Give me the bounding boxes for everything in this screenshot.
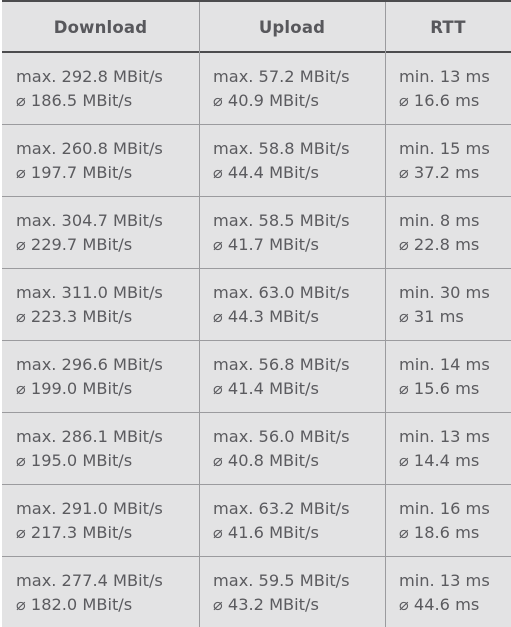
cell-upload: max. 63.0 MBit/s ⌀ 44.3 MBit/s xyxy=(199,269,385,341)
cell-rtt: min. 16 ms ⌀ 18.6 ms xyxy=(385,485,511,557)
cell-upload: max. 63.2 MBit/s ⌀ 41.6 MBit/s xyxy=(199,485,385,557)
rtt-min-value: min. 30 ms xyxy=(399,282,490,302)
table-row: max. 286.1 MBit/s ⌀ 195.0 MBit/s max. 56… xyxy=(2,413,511,485)
upload-average-value: ⌀ 40.9 MBit/s xyxy=(213,90,319,110)
cell-upload: max. 56.8 MBit/s ⌀ 41.4 MBit/s xyxy=(199,341,385,413)
upload-peak-value: max. 59.5 MBit/s xyxy=(213,570,350,590)
rtt-min-value: min. 13 ms xyxy=(399,570,490,590)
rtt-average-value: ⌀ 15.6 ms xyxy=(399,378,480,398)
download-peak-value: max. 292.8 MBit/s xyxy=(16,66,163,86)
column-header-download[interactable]: Download xyxy=(2,2,199,53)
cell-upload: max. 57.2 MBit/s ⌀ 40.9 MBit/s xyxy=(199,53,385,125)
upload-average-value: ⌀ 40.8 MBit/s xyxy=(213,450,319,470)
download-peak-value: max. 260.8 MBit/s xyxy=(16,138,163,158)
table-row: max. 291.0 MBit/s ⌀ 217.3 MBit/s max. 63… xyxy=(2,485,511,557)
cell-download: max. 277.4 MBit/s ⌀ 182.0 MBit/s xyxy=(2,557,199,627)
cell-upload: max. 58.8 MBit/s ⌀ 44.4 MBit/s xyxy=(199,125,385,197)
rtt-average-value: ⌀ 18.6 ms xyxy=(399,522,480,542)
download-peak-value: max. 311.0 MBit/s xyxy=(16,282,163,302)
upload-peak-value: max. 58.5 MBit/s xyxy=(213,210,350,230)
cell-rtt: min. 8 ms ⌀ 22.8 ms xyxy=(385,197,511,269)
cell-download: max. 292.8 MBit/s ⌀ 186.5 MBit/s xyxy=(2,53,199,125)
download-average-value: ⌀ 182.0 MBit/s xyxy=(16,594,133,614)
cell-rtt: min. 30 ms ⌀ 31 ms xyxy=(385,269,511,341)
column-header-upload[interactable]: Upload xyxy=(199,2,385,53)
upload-peak-value: max. 63.0 MBit/s xyxy=(213,282,350,302)
column-divider-download-upload xyxy=(199,2,200,627)
cell-download: max. 296.6 MBit/s ⌀ 199.0 MBit/s xyxy=(2,341,199,413)
download-peak-value: max. 277.4 MBit/s xyxy=(16,570,163,590)
download-average-value: ⌀ 197.7 MBit/s xyxy=(16,162,133,182)
rtt-average-value: ⌀ 37.2 ms xyxy=(399,162,480,182)
rtt-min-value: min. 15 ms xyxy=(399,138,490,158)
cell-rtt: min. 13 ms ⌀ 44.6 ms xyxy=(385,557,511,627)
cell-upload: max. 58.5 MBit/s ⌀ 41.7 MBit/s xyxy=(199,197,385,269)
download-peak-value: max. 286.1 MBit/s xyxy=(16,426,163,446)
table-row: max. 292.8 MBit/s ⌀ 186.5 MBit/s max. 57… xyxy=(2,53,511,125)
download-peak-value: max. 304.7 MBit/s xyxy=(16,210,163,230)
cell-upload: max. 59.5 MBit/s ⌀ 43.2 MBit/s xyxy=(199,557,385,627)
rtt-min-value: min. 13 ms xyxy=(399,426,490,446)
speedtest-results-table: Download Upload RTT max. 292.8 MBit/s ⌀ … xyxy=(0,0,511,627)
download-average-value: ⌀ 199.0 MBit/s xyxy=(16,378,133,398)
cell-download: max. 286.1 MBit/s ⌀ 195.0 MBit/s xyxy=(2,413,199,485)
cell-rtt: min. 13 ms ⌀ 14.4 ms xyxy=(385,413,511,485)
cell-rtt: min. 14 ms ⌀ 15.6 ms xyxy=(385,341,511,413)
table-row: max. 296.6 MBit/s ⌀ 199.0 MBit/s max. 56… xyxy=(2,341,511,413)
rtt-min-value: min. 13 ms xyxy=(399,66,490,86)
table-row: max. 304.7 MBit/s ⌀ 229.7 MBit/s max. 58… xyxy=(2,197,511,269)
cell-download: max. 260.8 MBit/s ⌀ 197.7 MBit/s xyxy=(2,125,199,197)
upload-peak-value: max. 56.0 MBit/s xyxy=(213,426,350,446)
upload-peak-value: max. 57.2 MBit/s xyxy=(213,66,350,86)
upload-peak-value: max. 56.8 MBit/s xyxy=(213,354,350,374)
column-divider-upload-rtt xyxy=(385,2,386,627)
upload-average-value: ⌀ 44.3 MBit/s xyxy=(213,306,319,326)
download-average-value: ⌀ 223.3 MBit/s xyxy=(16,306,133,326)
upload-average-value: ⌀ 41.4 MBit/s xyxy=(213,378,319,398)
rtt-average-value: ⌀ 22.8 ms xyxy=(399,234,480,254)
upload-average-value: ⌀ 44.4 MBit/s xyxy=(213,162,319,182)
table-top-rule xyxy=(2,0,511,2)
cell-rtt: min. 13 ms ⌀ 16.6 ms xyxy=(385,53,511,125)
download-average-value: ⌀ 229.7 MBit/s xyxy=(16,234,133,254)
column-header-rtt[interactable]: RTT xyxy=(385,2,511,53)
cell-download: max. 291.0 MBit/s ⌀ 217.3 MBit/s xyxy=(2,485,199,557)
upload-peak-value: max. 58.8 MBit/s xyxy=(213,138,350,158)
cell-rtt: min. 15 ms ⌀ 37.2 ms xyxy=(385,125,511,197)
rtt-average-value: ⌀ 14.4 ms xyxy=(399,450,480,470)
rtt-average-value: ⌀ 44.6 ms xyxy=(399,594,480,614)
upload-peak-value: max. 63.2 MBit/s xyxy=(213,498,350,518)
rtt-min-value: min. 8 ms xyxy=(399,210,480,230)
table-row: max. 260.8 MBit/s ⌀ 197.7 MBit/s max. 58… xyxy=(2,125,511,197)
upload-average-value: ⌀ 41.7 MBit/s xyxy=(213,234,319,254)
download-average-value: ⌀ 217.3 MBit/s xyxy=(16,522,133,542)
rtt-min-value: min. 16 ms xyxy=(399,498,490,518)
download-peak-value: max. 296.6 MBit/s xyxy=(16,354,163,374)
upload-average-value: ⌀ 43.2 MBit/s xyxy=(213,594,319,614)
cell-download: max. 311.0 MBit/s ⌀ 223.3 MBit/s xyxy=(2,269,199,341)
table-header-row: Download Upload RTT xyxy=(2,2,511,53)
table-row: max. 277.4 MBit/s ⌀ 182.0 MBit/s max. 59… xyxy=(2,557,511,627)
download-average-value: ⌀ 186.5 MBit/s xyxy=(16,90,133,110)
rtt-average-value: ⌀ 31 ms xyxy=(399,306,464,326)
download-peak-value: max. 291.0 MBit/s xyxy=(16,498,163,518)
cell-upload: max. 56.0 MBit/s ⌀ 40.8 MBit/s xyxy=(199,413,385,485)
rtt-average-value: ⌀ 16.6 ms xyxy=(399,90,480,110)
upload-average-value: ⌀ 41.6 MBit/s xyxy=(213,522,319,542)
table-body: max. 292.8 MBit/s ⌀ 186.5 MBit/s max. 57… xyxy=(2,53,511,627)
table-row: max. 311.0 MBit/s ⌀ 223.3 MBit/s max. 63… xyxy=(2,269,511,341)
cell-download: max. 304.7 MBit/s ⌀ 229.7 MBit/s xyxy=(2,197,199,269)
download-average-value: ⌀ 195.0 MBit/s xyxy=(16,450,133,470)
rtt-min-value: min. 14 ms xyxy=(399,354,490,374)
